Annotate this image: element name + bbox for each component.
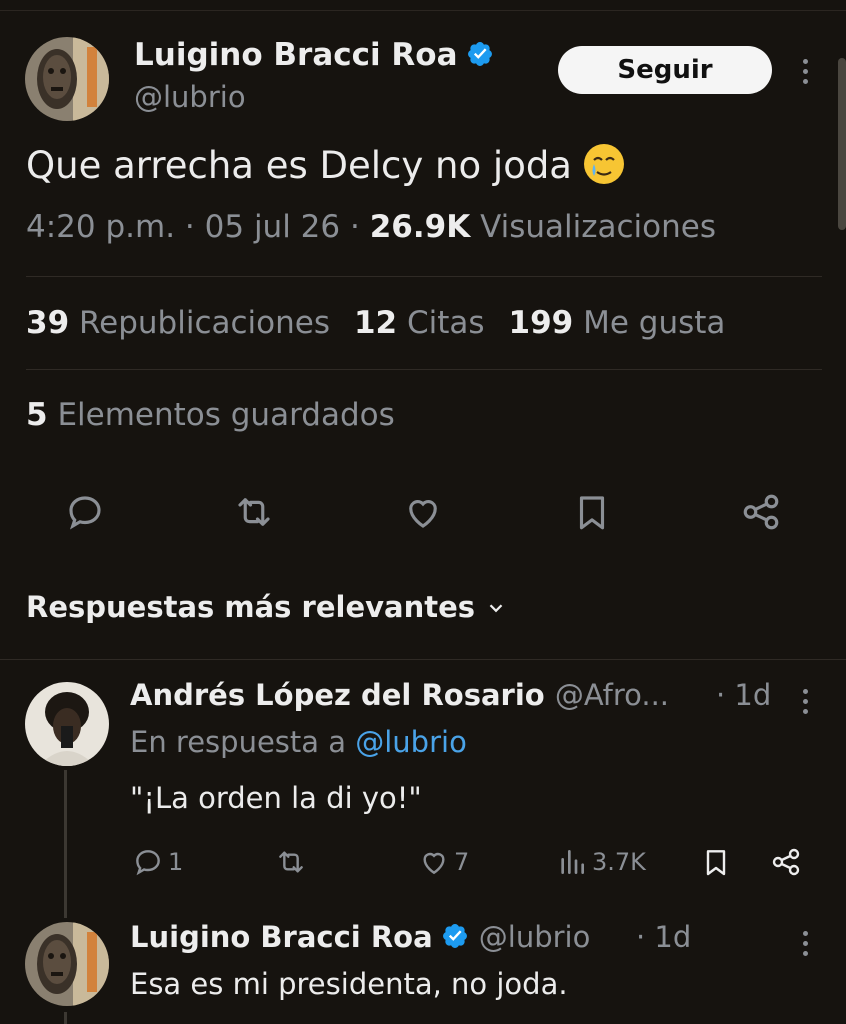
views-icon xyxy=(561,850,584,874)
like-icon xyxy=(423,852,445,875)
share-icon[interactable] xyxy=(740,491,782,533)
quotes-count: 12 xyxy=(353,305,398,341)
bookmarks-count: 5 xyxy=(26,397,48,433)
reply-avatar[interactable] xyxy=(25,922,109,1006)
reply-author-handle[interactable]: @Afro... xyxy=(555,678,669,712)
likes-count: 199 xyxy=(508,305,574,341)
verified-badge-icon xyxy=(467,42,492,66)
views-label: Visualizaciones xyxy=(480,209,716,245)
tweet-text-content: Que arrecha es Delcy no joda xyxy=(26,144,572,187)
likes-label: Me gusta xyxy=(583,305,726,341)
reply-text: Esa es mi presidenta, no joda. xyxy=(130,967,568,1001)
share-icon xyxy=(772,848,800,876)
reply-time[interactable]: · 1d xyxy=(716,678,771,712)
reply-icon xyxy=(136,850,160,876)
replies-sort-selector[interactable]: Respuestas más relevantes xyxy=(26,590,507,624)
like-count: 7 xyxy=(454,848,470,876)
tweet-time[interactable]: 4:20 p.m. xyxy=(26,209,175,245)
reply-author-name[interactable]: Luigino Bracci Roa xyxy=(130,920,433,954)
reply-author[interactable]: Andrés López del Rosario @Afro... xyxy=(130,678,669,712)
separator: · xyxy=(184,209,195,245)
quotes-label: Citas xyxy=(406,305,485,341)
reposts-stat[interactable]: 39 Republicaciones xyxy=(26,305,330,341)
face-holding-back-tears-icon xyxy=(584,144,624,184)
author-name-text[interactable]: Luigino Bracci Roa xyxy=(134,37,458,73)
divider xyxy=(26,276,822,277)
verified-badge-icon xyxy=(442,924,467,948)
retweet-icon xyxy=(279,851,303,873)
tweet-meta: 4:20 p.m. · 05 jul 26 · 26.9K Visualizac… xyxy=(26,209,716,245)
thread-line xyxy=(64,770,67,918)
author-name[interactable]: Luigino Bracci Roa xyxy=(134,37,494,73)
reply-like-button[interactable]: 7 xyxy=(418,845,469,879)
retweet-icon[interactable] xyxy=(233,491,275,533)
reply-count: 1 xyxy=(168,848,184,876)
follow-button[interactable]: Seguir xyxy=(558,46,772,94)
tweet-detail-page: Luigino Bracci Roa @lubrio Seguir Que ar… xyxy=(0,0,846,1024)
reply-more-options-icon[interactable] xyxy=(799,928,811,958)
bookmark-icon[interactable] xyxy=(571,491,613,533)
reply-author[interactable]: Luigino Bracci Roa @lubrio xyxy=(130,920,590,954)
thread-line xyxy=(64,1012,67,1024)
scrollbar[interactable] xyxy=(838,58,846,230)
divider xyxy=(26,369,822,370)
more-options-icon[interactable] xyxy=(799,56,811,86)
tweet-text: Que arrecha es Delcy no joda xyxy=(26,142,626,187)
reply-views-button[interactable]: 3.7K xyxy=(556,845,646,879)
reply-text: "¡La orden la di yo!" xyxy=(130,781,422,815)
reposts-label: Republicaciones xyxy=(79,305,330,341)
likes-stat[interactable]: 199 Me gusta xyxy=(509,305,726,341)
quotes-stat[interactable]: 12 Citas xyxy=(354,305,485,341)
reply-time[interactable]: · 1d xyxy=(636,920,691,954)
views-count: 26.9K xyxy=(369,209,471,245)
reply-icon[interactable] xyxy=(64,491,106,533)
reply-to-prefix: En respuesta a xyxy=(130,725,347,759)
replies-header-label: Respuestas más relevantes xyxy=(26,590,476,624)
reply-to-line: En respuesta a @lubrio xyxy=(130,725,467,759)
top-divider xyxy=(0,10,846,11)
author-avatar[interactable] xyxy=(25,37,109,121)
tweet-date[interactable]: 05 jul 26 xyxy=(205,209,340,245)
reply-to-link[interactable]: @lubrio xyxy=(355,725,467,759)
bookmarks-stat[interactable]: 5 Elementos guardados xyxy=(26,397,395,433)
chevron-down-icon xyxy=(489,604,503,613)
author-handle[interactable]: @lubrio xyxy=(134,80,246,114)
reply-bookmark-button[interactable] xyxy=(700,845,732,879)
bookmarks-label: Elementos guardados xyxy=(57,397,395,433)
views-count: 3.7K xyxy=(592,848,646,876)
reply-author-name[interactable]: Andrés López del Rosario xyxy=(130,678,545,712)
like-icon[interactable] xyxy=(402,491,444,533)
engagement-stats: 39 Republicaciones 12 Citas 199 Me gusta xyxy=(26,305,725,341)
divider xyxy=(0,659,846,660)
reposts-count: 39 xyxy=(26,305,70,341)
reply-avatar[interactable] xyxy=(25,682,109,766)
reply-retweet-button[interactable] xyxy=(275,845,307,879)
bookmark-icon xyxy=(706,850,726,876)
reply-share-button[interactable] xyxy=(770,845,802,879)
reply-more-options-icon[interactable] xyxy=(799,686,811,716)
separator: · xyxy=(349,209,360,245)
reply-author-handle[interactable]: @lubrio xyxy=(479,920,591,954)
reply-reply-button[interactable]: 1 xyxy=(132,845,183,879)
